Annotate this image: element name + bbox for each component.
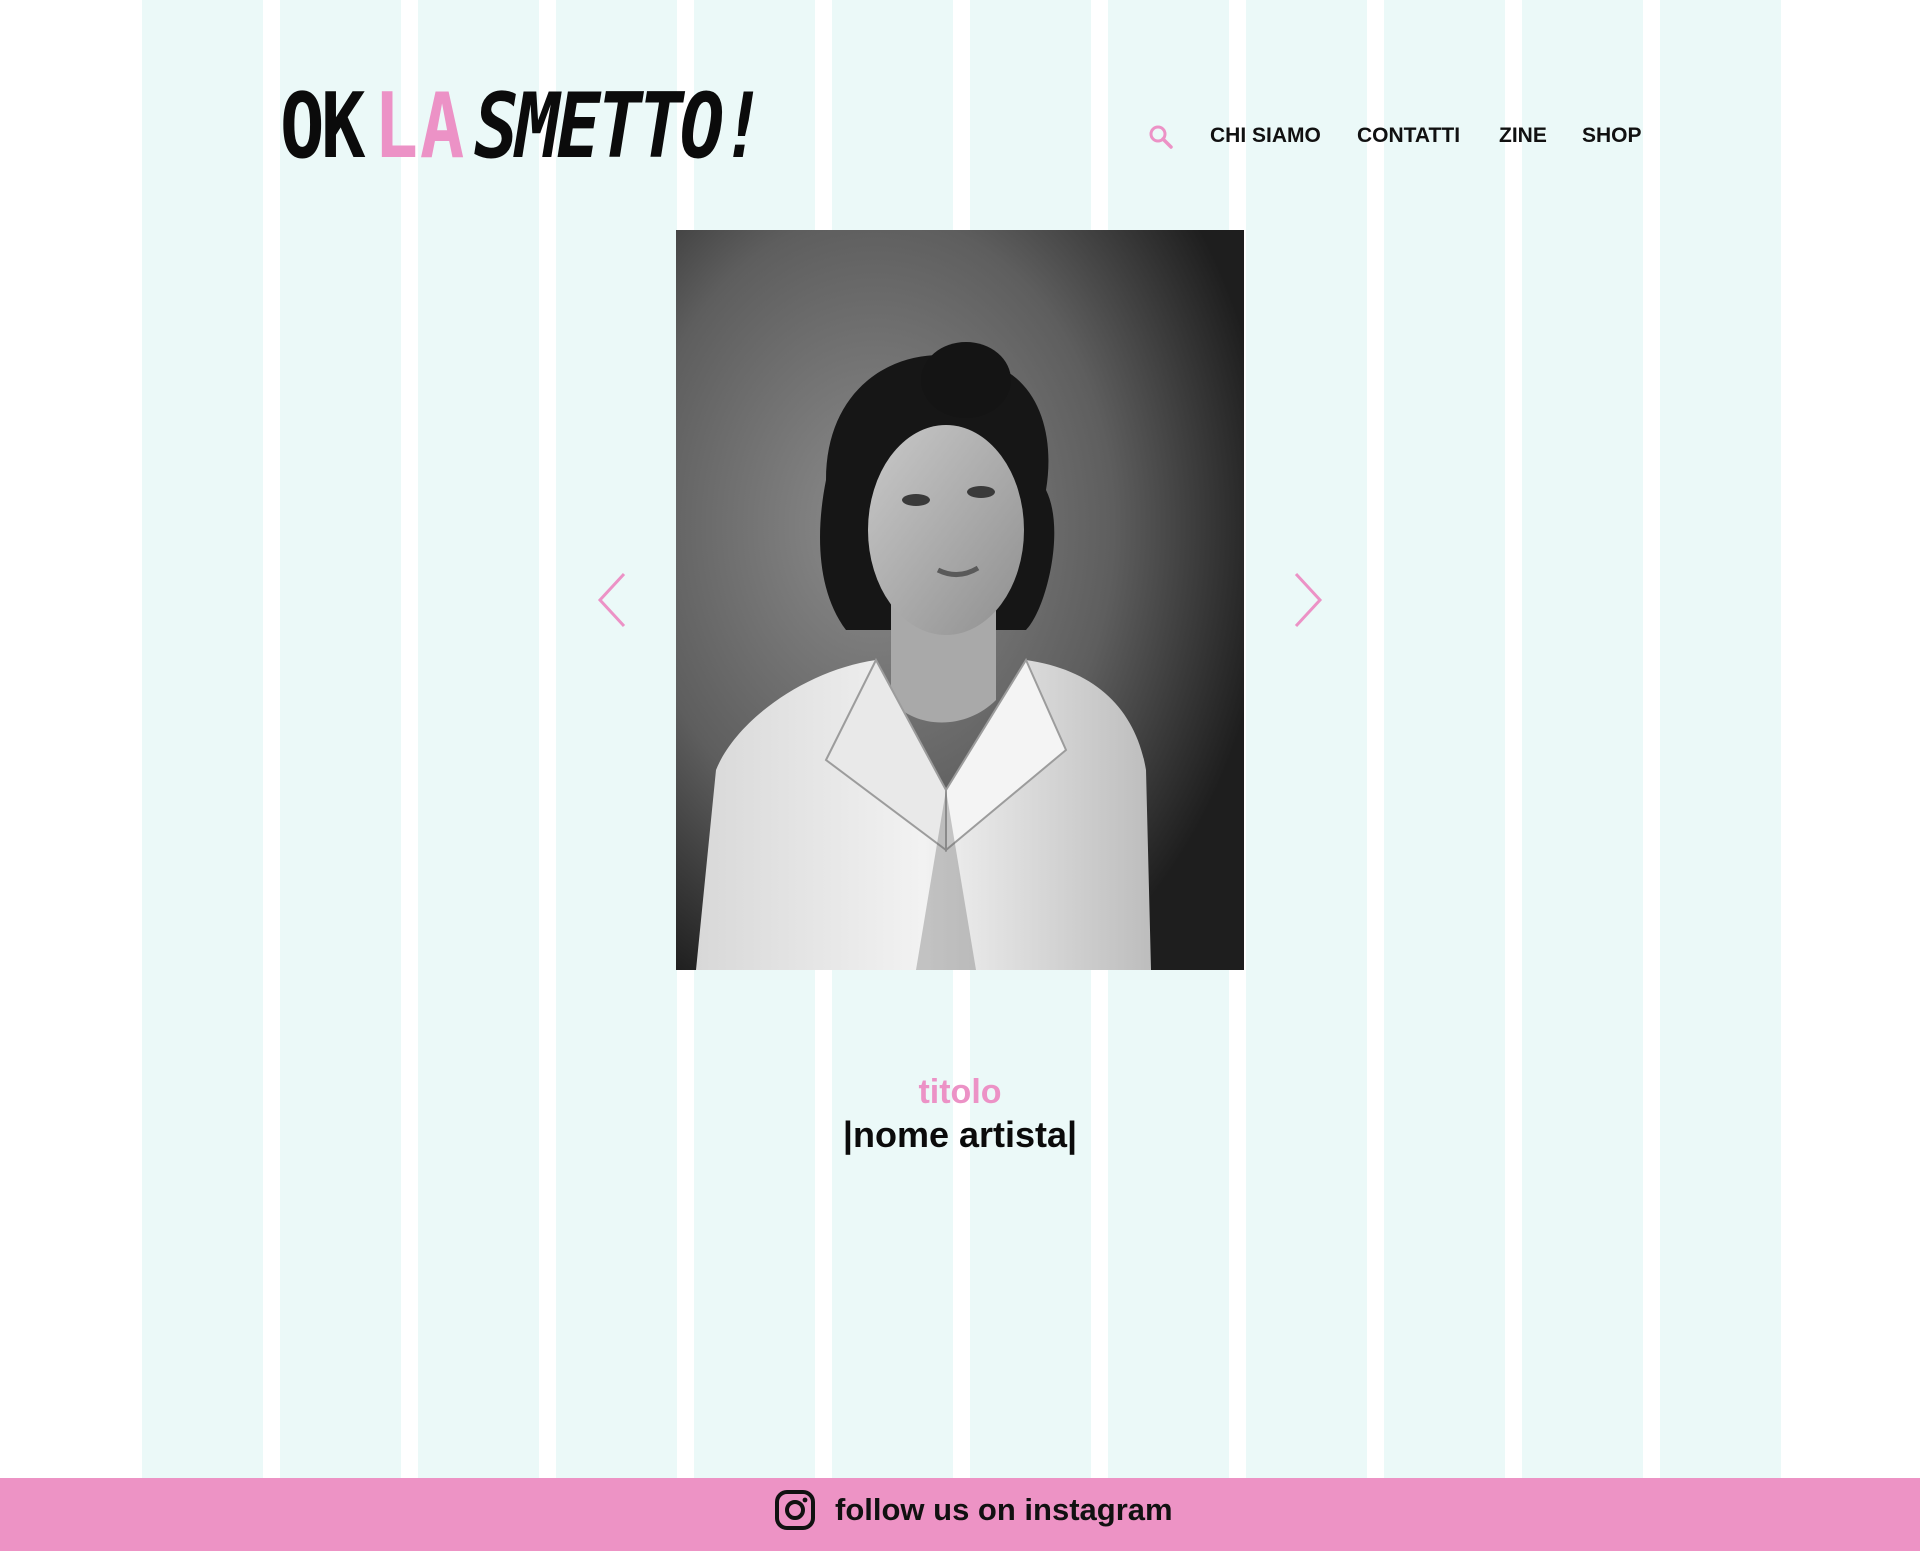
grid-column [1522,0,1643,1478]
chevron-right-icon[interactable] [1293,572,1323,628]
instagram-footer: follow us on instagram [0,1478,1920,1551]
nav-item-zine[interactable]: ZINE [1499,124,1547,148]
grid-column [1660,0,1781,1478]
chevron-left-icon[interactable] [597,572,627,628]
nav-item-shop[interactable]: SHOP [1582,124,1642,148]
instagram-icon[interactable] [774,1489,816,1531]
grid-column [418,0,539,1478]
nav-item-chi-siamo[interactable]: CHI SIAMO [1210,124,1321,148]
site-logo[interactable]: OK LA SMETTO! [280,72,765,179]
artist-name: |nome artista| [842,1114,1078,1155]
logo-text-ok: OK [280,74,366,179]
grid-column [142,0,263,1478]
nav-item-contatti[interactable]: CONTATTI [1357,124,1460,148]
grid-column [1384,0,1505,1478]
logo-text-la: LA [373,74,466,179]
grid-column [280,0,401,1478]
search-icon[interactable] [1148,124,1174,150]
logo-text-smetto: SMETTO! [474,74,765,179]
instagram-follow-link[interactable]: follow us on instagram [835,1492,1173,1528]
grid-column [556,0,677,1478]
artwork-title: titolo [918,1073,1002,1111]
slide-photo [676,230,1244,970]
grid-column [1246,0,1367,1478]
